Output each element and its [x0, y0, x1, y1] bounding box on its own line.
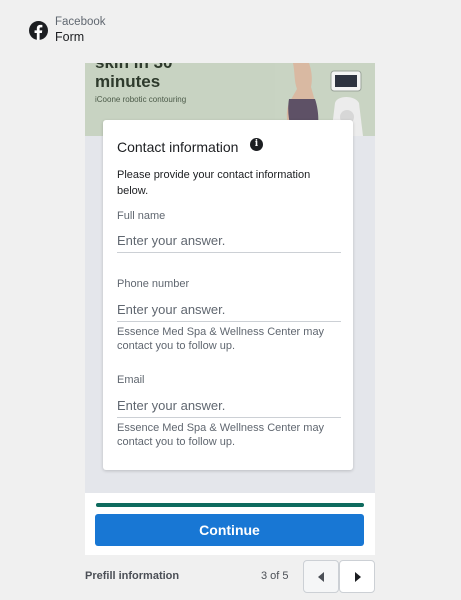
- preview-header: Facebook Form: [0, 0, 461, 60]
- email-input[interactable]: [117, 394, 341, 418]
- form-preview: skin in 30 minutes iCoone robotic contou…: [85, 63, 375, 493]
- banner-subtext: iCoone robotic contouring: [95, 95, 187, 104]
- contact-info-card: Contact information i Please provide you…: [103, 120, 353, 470]
- continue-button[interactable]: Continue: [95, 514, 364, 546]
- header-title: Form: [55, 30, 85, 44]
- full-name-label: Full name: [117, 210, 166, 222]
- next-page-button[interactable]: [339, 560, 375, 593]
- prefill-information-link[interactable]: Prefill information: [85, 570, 179, 582]
- email-label: Email: [117, 374, 145, 386]
- banner-headline: skin in 30 minutes: [95, 63, 172, 91]
- preview-navigation: Prefill information 3 of 5: [0, 560, 461, 594]
- facebook-logo-icon: [29, 21, 48, 40]
- full-name-input[interactable]: [117, 229, 341, 253]
- email-note: Essence Med Spa & Wellness Center may co…: [117, 422, 325, 448]
- phone-number-label: Phone number: [117, 278, 190, 290]
- card-title: Contact information: [117, 139, 239, 155]
- chevron-left-icon: [318, 572, 324, 582]
- progress-bar: [96, 503, 364, 507]
- phone-number-input[interactable]: [117, 298, 341, 322]
- page-counter: 3 of 5: [261, 570, 289, 582]
- phone-number-note: Essence Med Spa & Wellness Center may co…: [117, 326, 325, 352]
- card-description: Please provide your contact information …: [117, 169, 311, 197]
- chevron-right-icon: [355, 572, 361, 582]
- info-icon[interactable]: i: [250, 138, 263, 151]
- header-label: Facebook: [55, 16, 106, 28]
- previous-page-button[interactable]: [303, 560, 339, 593]
- progress-bar-fill: [96, 503, 364, 507]
- form-footer: Continue: [85, 493, 375, 555]
